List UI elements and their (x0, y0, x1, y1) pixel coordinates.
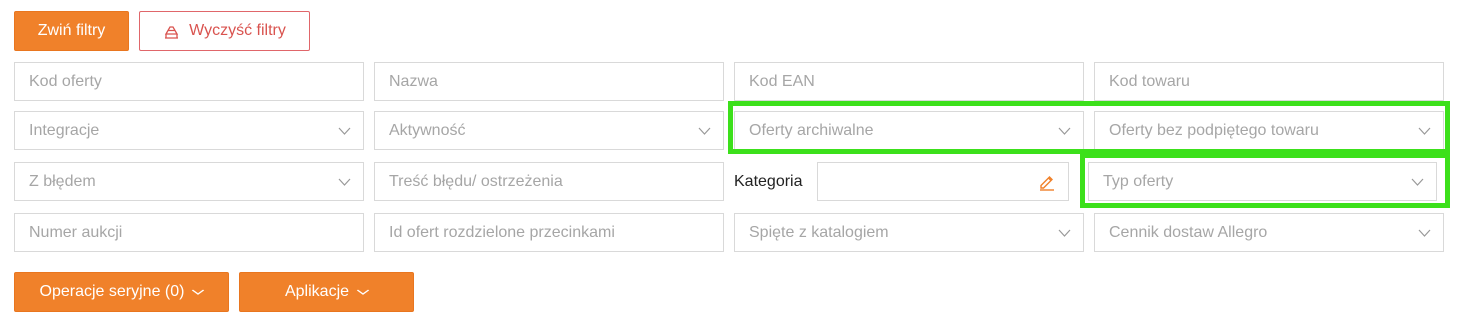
ean-field[interactable] (734, 62, 1084, 101)
integrations-select[interactable]: Integracje (14, 111, 364, 150)
chevron-down-icon (1410, 175, 1424, 189)
clear-filters-label: Wyczyść filtry (189, 22, 286, 39)
offer-type-select[interactable]: Typ oferty (1088, 162, 1437, 201)
offer-code-input[interactable] (29, 63, 351, 100)
chevron-down-icon (337, 124, 351, 138)
eraser-icon (163, 24, 180, 39)
offers-without-product-select[interactable]: Oferty bez podpiętego towaru (1094, 111, 1444, 150)
auction-number-field[interactable] (14, 213, 364, 252)
catalog-linked-select[interactable]: Spięte z katalogiem (734, 213, 1084, 252)
with-error-select[interactable]: Z błędem (14, 162, 364, 201)
chevron-down-icon (1057, 226, 1071, 240)
name-field[interactable] (374, 62, 724, 101)
offer-ids-field[interactable] (374, 213, 724, 252)
chevron-down-icon (697, 124, 711, 138)
activity-select[interactable]: Aktywność (374, 111, 724, 150)
allegro-pricing-select[interactable]: Cennik dostaw Allegro (1094, 213, 1444, 252)
chevron-down-icon (1417, 124, 1431, 138)
bulk-operations-button[interactable]: Operacje seryjne (0) (14, 272, 229, 312)
offer-type-select-value: Typ oferty (1103, 172, 1174, 190)
chevron-down-icon (1417, 226, 1431, 240)
chevron-down-icon (1057, 124, 1071, 138)
activity-select-value: Aktywność (389, 121, 466, 139)
error-text-field[interactable] (374, 162, 724, 201)
clear-filters-button[interactable]: Wyczyść filtry (139, 11, 310, 51)
pencil-icon[interactable] (1038, 173, 1056, 191)
allegro-pricing-select-value: Cennik dostaw Allegro (1109, 223, 1268, 241)
offer-code-field[interactable] (14, 62, 364, 101)
chevron-down-icon (337, 175, 351, 189)
integrations-select-value: Integracje (29, 121, 100, 139)
name-input[interactable] (389, 63, 711, 100)
collapse-filters-button[interactable]: Zwiń filtry (14, 11, 129, 51)
archived-offers-select[interactable]: Oferty archiwalne (734, 111, 1084, 150)
ean-input[interactable] (749, 63, 1071, 100)
collapse-filters-label: Zwiń filtry (37, 22, 106, 39)
product-code-field[interactable] (1094, 62, 1444, 101)
chevron-down-icon (356, 286, 370, 298)
offers-without-product-select-value: Oferty bez podpiętego towaru (1109, 121, 1319, 139)
applications-button[interactable]: Aplikacje (239, 272, 414, 312)
category-label: Kategoria (734, 173, 803, 190)
chevron-down-icon (191, 286, 205, 298)
error-text-input[interactable] (389, 163, 711, 200)
with-error-select-value: Z błędem (29, 172, 96, 190)
offer-ids-input[interactable] (389, 214, 711, 251)
auction-number-input[interactable] (29, 214, 351, 251)
applications-label: Aplikacje (284, 283, 350, 300)
archived-offers-select-value: Oferty archiwalne (749, 121, 874, 139)
bulk-operations-label: Operacje seryjne (0) (39, 283, 185, 300)
category-field[interactable] (817, 162, 1069, 201)
catalog-linked-select-value: Spięte z katalogiem (749, 223, 889, 241)
product-code-input[interactable] (1109, 63, 1431, 100)
